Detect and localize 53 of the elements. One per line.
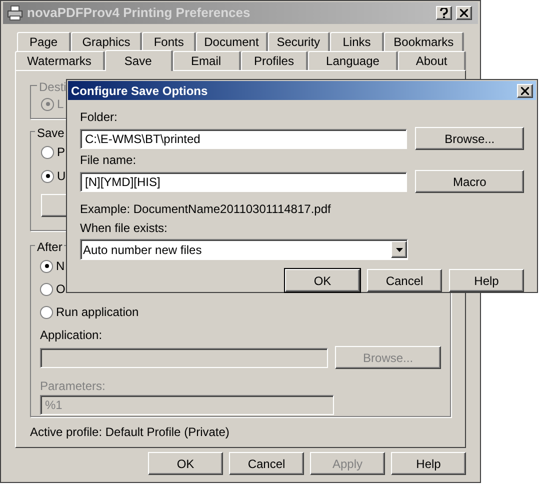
tab[interactable]: Email: [172, 51, 240, 70]
active-profile-text: Active profile: Default Profile (Private): [30, 424, 230, 441]
application-field[interactable]: [40, 348, 328, 368]
radio-label: L: [57, 96, 64, 113]
dropdown-value: Auto number new files: [82, 242, 203, 258]
file-name-field[interactable]: [N][YMD][HIS]: [80, 172, 408, 192]
tab[interactable]: Document: [196, 32, 268, 51]
tab[interactable]: Page: [17, 32, 72, 51]
radio-label: P: [57, 144, 66, 161]
tab[interactable]: About: [398, 51, 466, 70]
tab[interactable]: Graphics: [71, 32, 142, 51]
field-label: Parameters:: [40, 378, 106, 395]
folder-field[interactable]: C:\E-WMS\BT\printed: [80, 128, 408, 148]
radio-button[interactable]: [41, 146, 54, 158]
radio-button[interactable]: [40, 260, 53, 272]
dialog-title: Configure Save Options: [71, 82, 209, 100]
close-button[interactable]: [456, 6, 472, 20]
dialog-button[interactable]: Help: [391, 452, 466, 475]
tab[interactable]: Profiles: [240, 51, 308, 70]
close-icon: [521, 86, 529, 94]
tab[interactable]: Save: [104, 50, 173, 71]
tab[interactable]: Bookmarks: [384, 32, 464, 51]
radio-label: N: [56, 258, 65, 275]
printer-icon: [7, 5, 23, 21]
dialog-button[interactable]: OK: [148, 452, 223, 475]
example-text: Example: DocumentName20110301114817.pdf: [80, 201, 332, 218]
dialog-button[interactable]: Help: [449, 269, 524, 292]
help-button[interactable]: [436, 6, 452, 20]
field-label: Folder:: [80, 109, 118, 126]
tab[interactable]: Links: [330, 32, 384, 51]
close-button[interactable]: [517, 84, 533, 98]
radio-label: O: [56, 281, 66, 298]
field-label: Application:: [40, 327, 104, 344]
tab[interactable]: Fonts: [142, 32, 196, 51]
field-label: When file exists:: [80, 220, 168, 237]
window-title: novaPDFProv4 Printing Preferences: [27, 4, 252, 22]
dialog-button[interactable]: Cancel: [367, 269, 442, 292]
radio-button[interactable]: [40, 306, 53, 318]
radio-button[interactable]: [41, 170, 54, 182]
dialog-button[interactable]: Browse...: [415, 127, 524, 150]
dialog-button[interactable]: Macro: [415, 170, 524, 193]
field-label: File name:: [80, 152, 138, 169]
radio-label: Run application: [56, 304, 139, 321]
dialog-button[interactable]: OK: [285, 269, 360, 292]
dialog-button[interactable]: Cancel: [229, 452, 304, 475]
radio-label: U: [57, 168, 66, 185]
tab[interactable]: Language: [308, 51, 398, 70]
exists-dropdown[interactable]: Auto number new files: [80, 239, 408, 260]
question-icon: [440, 8, 448, 18]
tab[interactable]: Watermarks: [15, 51, 105, 70]
tab[interactable]: Security: [268, 32, 330, 51]
radio-button[interactable]: [40, 282, 53, 296]
close-icon: [460, 9, 468, 17]
